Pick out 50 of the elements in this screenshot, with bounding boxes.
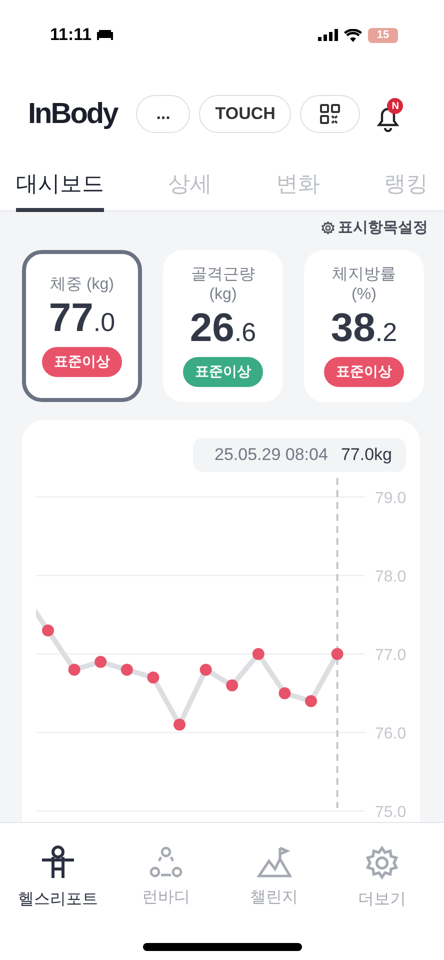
data-point[interactable] xyxy=(305,695,317,708)
display-settings-link[interactable]: 표시항목설정 xyxy=(338,218,428,237)
notification-badge: N xyxy=(387,98,404,114)
data-point[interactable] xyxy=(252,648,264,660)
axis-tick-label: 76.0 xyxy=(375,726,406,742)
settings-icon xyxy=(364,845,400,881)
data-point[interactable] xyxy=(68,664,80,676)
bed-icon xyxy=(96,29,114,41)
data-point[interactable] xyxy=(147,672,160,684)
data-point[interactable] xyxy=(120,664,133,676)
notification-button[interactable]: N xyxy=(373,96,406,132)
more-button[interactable]: ... xyxy=(136,95,190,133)
measurement-date: 25.05.29 08:04 xyxy=(214,445,328,465)
metric-value: 77.0 xyxy=(48,296,116,342)
mountain-flag-icon xyxy=(256,845,292,879)
metric-label: 체지방률 (%) xyxy=(332,265,396,304)
touch-button[interactable]: TOUCH xyxy=(199,95,292,133)
settings-icon[interactable] xyxy=(321,220,335,234)
data-point[interactable] xyxy=(174,718,186,731)
metric-value: 26.6 xyxy=(190,306,256,351)
battery-level: 15 xyxy=(368,28,398,42)
status-badge: 표준이상 xyxy=(324,356,404,387)
metric-label: 골격근량 (kg) xyxy=(191,265,255,304)
data-point[interactable] xyxy=(94,656,107,668)
qr-code-button[interactable] xyxy=(300,95,360,133)
nav-tab[interactable]: 헬스리포트 xyxy=(16,845,100,910)
wifi-icon xyxy=(344,28,362,42)
data-point[interactable] xyxy=(278,687,291,700)
data-point[interactable] xyxy=(226,679,238,692)
metric-value: 38.2 xyxy=(330,306,398,351)
axis-tick-label: 78.0 xyxy=(375,568,406,586)
clock-time: 11:11 xyxy=(50,25,92,45)
app-logo: InBody xyxy=(28,98,118,130)
metric-card[interactable]: 골격근량 (kg) 26.6 표준이상 xyxy=(163,250,283,402)
measurement-value: 77.0kg xyxy=(340,445,392,465)
data-point[interactable] xyxy=(200,664,212,676)
person-icon xyxy=(39,845,77,881)
signal-icon xyxy=(318,29,338,41)
metric-card[interactable]: 체지방률 (%) 38.2 표준이상 xyxy=(304,250,424,402)
axis-tick-label: 75.0 xyxy=(375,804,406,821)
axis-tick-label: 79.0 xyxy=(375,490,406,507)
data-point[interactable] xyxy=(331,648,344,660)
status-badge: 표준이상 xyxy=(183,356,263,387)
qr-code-icon xyxy=(320,104,340,124)
connected-circles-icon xyxy=(148,845,184,879)
metric-label: 체중 (kg) xyxy=(50,274,114,294)
metric-card[interactable]: 체중 (kg) 77.0 표준이상 xyxy=(22,250,142,402)
data-point[interactable] xyxy=(42,624,54,636)
status-badge: 표준이상 xyxy=(42,347,122,378)
axis-tick-label: 77.0 xyxy=(375,647,406,664)
